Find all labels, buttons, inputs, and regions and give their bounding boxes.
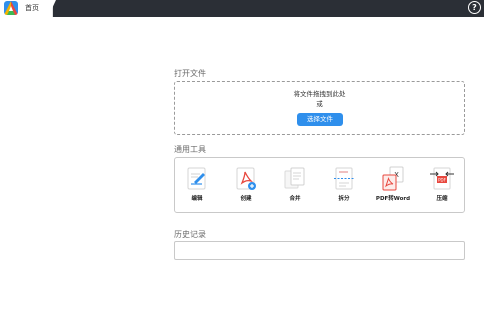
history-list[interactable] — [174, 241, 465, 260]
tab-home-label: 首页 — [25, 4, 39, 12]
tool-pdf-to-word[interactable]: X PDF转Word — [371, 164, 415, 208]
file-drop-zone[interactable]: 将文件拖拽到此处 或 选择文件 — [174, 81, 465, 135]
merge-pdf-icon — [283, 166, 307, 192]
edit-pdf-icon — [185, 166, 209, 192]
compress-pdf-icon: PDF — [430, 166, 454, 192]
split-pdf-icon — [332, 166, 356, 192]
drop-hint-text: 将文件拖拽到此处 — [293, 90, 346, 98]
svg-text:PDF: PDF — [438, 178, 446, 183]
tools-heading: 通用工具 — [174, 145, 206, 154]
tool-create[interactable]: 创建 — [224, 164, 268, 208]
choose-file-button[interactable]: 选择文件 — [297, 113, 343, 126]
history-heading: 历史记录 — [174, 230, 206, 239]
app-logo-icon — [4, 1, 18, 15]
tool-merge[interactable]: 合并 — [273, 164, 317, 208]
tool-compress[interactable]: PDF 压缩 — [420, 164, 464, 208]
create-pdf-icon — [234, 166, 258, 192]
open-file-heading: 打开文件 — [174, 69, 206, 78]
tab-notch — [48, 0, 56, 17]
title-bar: 首页 ? — [0, 0, 484, 17]
help-icon[interactable]: ? — [468, 1, 481, 14]
pdf-to-word-icon: X — [381, 166, 405, 192]
tool-compress-label: 压缩 — [436, 196, 448, 202]
tab-home[interactable]: 首页 — [0, 0, 56, 17]
tool-split[interactable]: 拆分 — [322, 164, 366, 208]
tool-edit[interactable]: 编辑 — [175, 164, 219, 208]
or-text: 或 — [316, 100, 323, 108]
tools-panel: 编辑 创建 合并 拆分 X PDF转Word PDF 压缩 — [174, 157, 465, 213]
